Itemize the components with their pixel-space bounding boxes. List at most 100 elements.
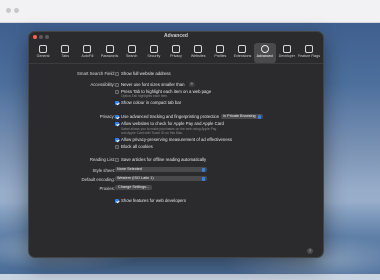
tab-security[interactable]: Security (143, 43, 165, 63)
help-button[interactable]: ? (307, 248, 313, 254)
flag-icon (304, 45, 313, 53)
preferences-toolbar: General Tabs AutoFill Passwords Search S… (29, 42, 323, 64)
tab-label: AutoFill (81, 54, 94, 58)
ad-measurement-row: Allow privacy-preserving measurement of … (29, 136, 323, 143)
proxies-label: Proxies: (99, 186, 115, 191)
style-sheet-popup[interactable]: None Selected (115, 167, 207, 172)
apple-pay-description: Safari allows you to make purchases on t… (121, 127, 217, 135)
encoding-value: Western (ISO Latin 1) (117, 176, 154, 180)
dock-strip (0, 274, 380, 280)
key-icon (105, 45, 114, 53)
apple-pay-desc-row: Safari allows you to make purchases on t… (29, 127, 323, 136)
smart-search-row: Smart Search Field: Show full website ad… (29, 70, 323, 77)
tabs-icon (61, 45, 70, 53)
autofill-icon (83, 45, 92, 53)
chevron-down-icon (257, 114, 261, 119)
ad-measurement-text: Allow privacy-preserving measurement of … (121, 137, 232, 142)
apple-pay-row: Allow websites to check for Apple Pay an… (29, 120, 323, 127)
developer-features-text: Show features for web developers (121, 198, 186, 203)
compact-colour-checkbox[interactable] (115, 100, 119, 105)
tab-autofill[interactable]: AutoFill (76, 43, 98, 63)
title-bar: Advanced (29, 32, 323, 42)
puzzle-icon (238, 45, 247, 53)
tab-label: Tabs (61, 54, 70, 58)
compact-colour-text: Show colour in compact tab bar (121, 100, 182, 105)
hand-icon (172, 45, 181, 53)
min-font-size-value: 9 (190, 82, 193, 86)
window-title: Advanced (164, 33, 188, 39)
tab-profiles[interactable]: Profiles (209, 43, 231, 63)
tab-label: General (36, 54, 50, 58)
tab-label: Feature Flags (297, 54, 321, 58)
hammer-icon (282, 45, 291, 53)
tab-websites[interactable]: Websites (187, 43, 209, 63)
block-cookies-checkbox[interactable] (115, 144, 119, 149)
tab-highlight-description: Option-Tab highlights each item. (121, 94, 169, 98)
tab-advanced[interactable]: Advanced (253, 43, 276, 63)
tab-developer[interactable]: Developer (276, 43, 298, 63)
offline-reading-checkbox[interactable] (115, 157, 119, 162)
compact-colour-row: Show colour in compact tab bar (29, 99, 323, 106)
tab-feature-flags[interactable]: Feature Flags (298, 43, 320, 63)
proxies-row: Proxies: Change Settings... (29, 185, 323, 194)
min-font-text: Never use font sizes smaller than (121, 82, 185, 87)
tab-label: Websites (190, 54, 206, 58)
style-sheet-label: Style sheet: (92, 168, 115, 173)
privacy-label: Privacy: (99, 114, 115, 119)
lock-icon (149, 45, 158, 53)
chevron-down-icon (202, 176, 205, 181)
apple-pay-checkbox[interactable] (115, 121, 119, 126)
accessibility-label: Accessibility: (90, 82, 115, 87)
tab-label: Security (147, 54, 161, 58)
style-sheet-value: None Selected (117, 167, 142, 171)
offline-reading-text: Save articles for offline reading automa… (121, 157, 207, 162)
change-settings-button[interactable]: Change Settings... (115, 185, 153, 190)
person-icon (216, 45, 225, 53)
browser-top-bar (0, 0, 380, 23)
reading-list-row: Reading List: Save articles for offline … (29, 156, 323, 163)
encoding-popup[interactable]: Western (ISO Latin 1) (115, 176, 207, 181)
block-cookies-row: Block all cookies (29, 143, 323, 150)
tab-search[interactable]: Search (121, 43, 143, 63)
gears-icon (260, 45, 269, 53)
chevron-down-icon (202, 167, 205, 172)
tab-label: Profiles (214, 54, 227, 58)
apple-pay-text: Allow websites to check for Apple Pay an… (121, 121, 224, 126)
reading-list-label: Reading List: (89, 157, 115, 162)
tab-privacy[interactable]: Privacy (165, 43, 187, 63)
advanced-settings-window: Advanced General Tabs AutoFill Passwords… (28, 31, 324, 258)
min-font-checkbox[interactable] (115, 82, 119, 87)
show-full-address-checkbox[interactable] (115, 71, 119, 76)
tab-highlight-checkbox[interactable] (115, 89, 119, 94)
tab-extensions[interactable]: Extensions (231, 43, 253, 63)
tab-tabs[interactable]: Tabs (54, 43, 76, 63)
sidebar-toggle-icon[interactable] (6, 8, 11, 13)
tab-label: Passwords (100, 54, 119, 58)
encoding-row: Default encoding: Western (ISO Latin 1) (29, 176, 323, 185)
shield-icon[interactable] (14, 8, 19, 13)
encoding-label: Default encoding: (81, 177, 115, 182)
tab-label: Privacy (170, 54, 182, 58)
smart-search-label: Smart Search Field: (77, 71, 115, 76)
tab-label: Advanced (256, 54, 273, 58)
tracking-protection-text: Use advanced tracking and fingerprinting… (121, 114, 220, 119)
tab-general[interactable]: General (32, 43, 54, 63)
accessibility-row: Accessibility: Never use font sizes smal… (29, 81, 323, 88)
tracking-protection-checkbox[interactable] (115, 114, 119, 119)
tab-passwords[interactable]: Passwords (98, 43, 120, 63)
tab-label: Extensions (233, 54, 252, 58)
globe-icon (194, 45, 203, 53)
developer-row: Show features for web developers (29, 197, 323, 204)
block-cookies-text: Block all cookies (121, 144, 153, 149)
style-sheet-row: Style sheet: None Selected (29, 167, 323, 176)
search-icon (127, 45, 136, 53)
tracking-mode-popup[interactable]: in Private Browsing (221, 114, 263, 119)
min-font-size-popup[interactable]: 9 (188, 82, 195, 87)
gear-icon (39, 45, 48, 53)
privacy-row: Privacy: Use advanced tracking and finge… (29, 113, 323, 120)
ad-measurement-checkbox[interactable] (115, 137, 119, 142)
tab-label: Search (126, 54, 138, 58)
developer-features-checkbox[interactable] (115, 198, 119, 203)
settings-content: Smart Search Field: Show full website ad… (29, 64, 323, 204)
show-full-address-text: Show full website address (121, 71, 171, 76)
